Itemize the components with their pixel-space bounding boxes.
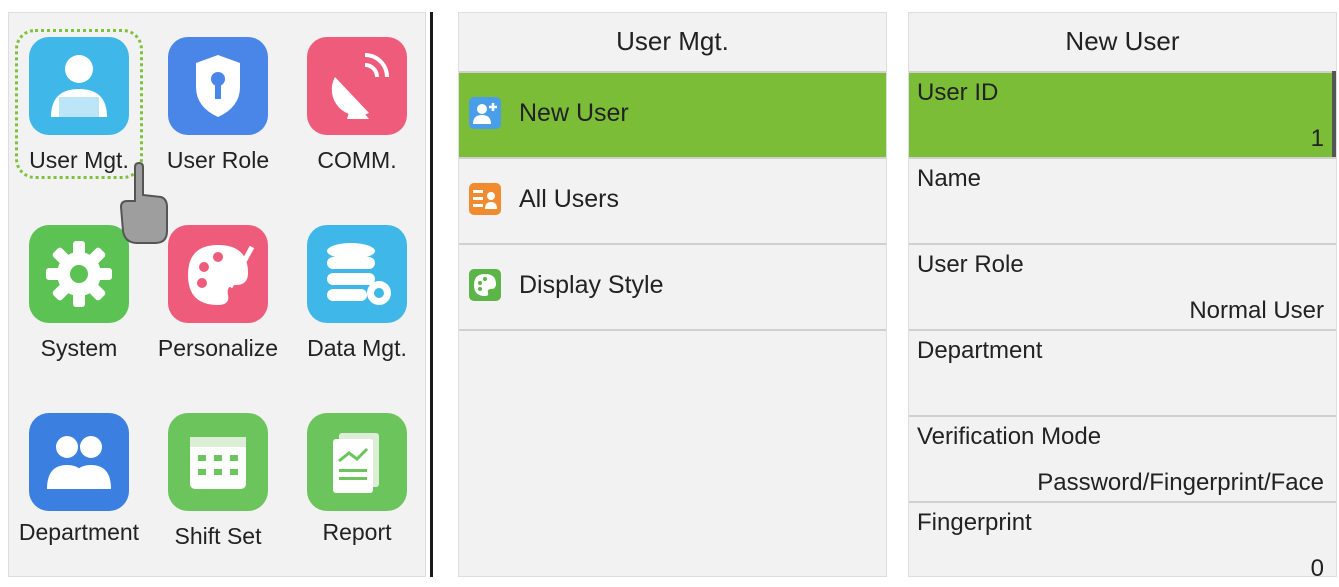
shield-key-icon — [168, 37, 268, 135]
main-menu-panel: User Mgt. User Role COMM. System Persona… — [8, 12, 426, 577]
menu-item-shift-set[interactable]: Shift Set — [148, 389, 288, 569]
divider — [430, 12, 433, 577]
gear-icon — [29, 225, 129, 323]
list-item-label: Display Style — [519, 271, 664, 299]
report-icon — [307, 413, 407, 511]
palette-icon — [469, 269, 501, 301]
menu-label: Department — [18, 519, 140, 545]
field-label: User ID — [917, 79, 999, 106]
user-list-icon — [469, 183, 501, 215]
field-value: Password/Fingerprint/Face — [1037, 469, 1324, 496]
menu-item-comm[interactable]: COMM. — [287, 13, 427, 193]
menu-label: Data Mgt. — [307, 335, 407, 361]
list-item-display-style[interactable]: Display Style — [459, 245, 886, 331]
field-verification-mode[interactable]: Verification Mode Password/Fingerprint/F… — [909, 417, 1336, 503]
menu-item-department[interactable]: Department — [9, 389, 149, 569]
panel-title: User Mgt. — [459, 13, 886, 73]
menu-label: System — [40, 335, 118, 361]
new-user-panel: New User User ID 1 Name User Role Normal… — [908, 12, 1337, 582]
menu-item-data-mgt[interactable]: Data Mgt. — [287, 201, 427, 381]
menu-label: User Role — [166, 147, 270, 173]
list-item-all-users[interactable]: All Users — [459, 159, 886, 245]
menu-label: Personalize — [157, 335, 279, 361]
field-label: Name — [917, 165, 982, 192]
panel-title: New User — [909, 13, 1336, 73]
pointing-hand-icon — [119, 161, 168, 244]
field-fingerprint[interactable]: Fingerprint 0 — [909, 503, 1336, 587]
people-icon — [29, 413, 129, 511]
list-item-label: All Users — [519, 185, 620, 213]
field-value: Normal User — [1189, 297, 1324, 324]
palette-icon — [168, 225, 268, 323]
database-gear-icon — [307, 225, 407, 323]
menu-label: Report — [322, 519, 392, 545]
user-mgt-panel: User Mgt. New User All Users Display Sty… — [458, 12, 887, 577]
field-label: Fingerprint — [917, 509, 1032, 536]
field-user-id[interactable]: User ID 1 — [909, 73, 1336, 159]
list-item-new-user[interactable]: New User — [459, 73, 886, 159]
field-value: 1 — [1310, 125, 1324, 152]
field-value: 0 — [1310, 555, 1324, 582]
menu-item-personalize[interactable]: Personalize — [148, 201, 288, 381]
menu-item-report[interactable]: Report — [287, 389, 427, 569]
menu-item-user-role[interactable]: User Role — [148, 13, 288, 193]
field-department[interactable]: Department — [909, 331, 1336, 417]
field-label: User Role — [917, 251, 1024, 278]
field-name[interactable]: Name — [909, 159, 1336, 245]
calendar-icon — [168, 413, 268, 511]
field-user-role[interactable]: User Role Normal User — [909, 245, 1336, 331]
field-label: Department — [917, 337, 1043, 364]
list-item-label: New User — [519, 99, 629, 127]
scrollbar[interactable] — [1332, 71, 1336, 157]
satellite-dish-icon — [307, 37, 407, 135]
menu-label: COMM. — [317, 147, 397, 173]
add-user-icon — [469, 97, 501, 129]
user-mgt-icon — [29, 37, 129, 135]
field-label: Verification Mode — [917, 423, 1102, 450]
menu-label: Shift Set — [174, 523, 262, 549]
